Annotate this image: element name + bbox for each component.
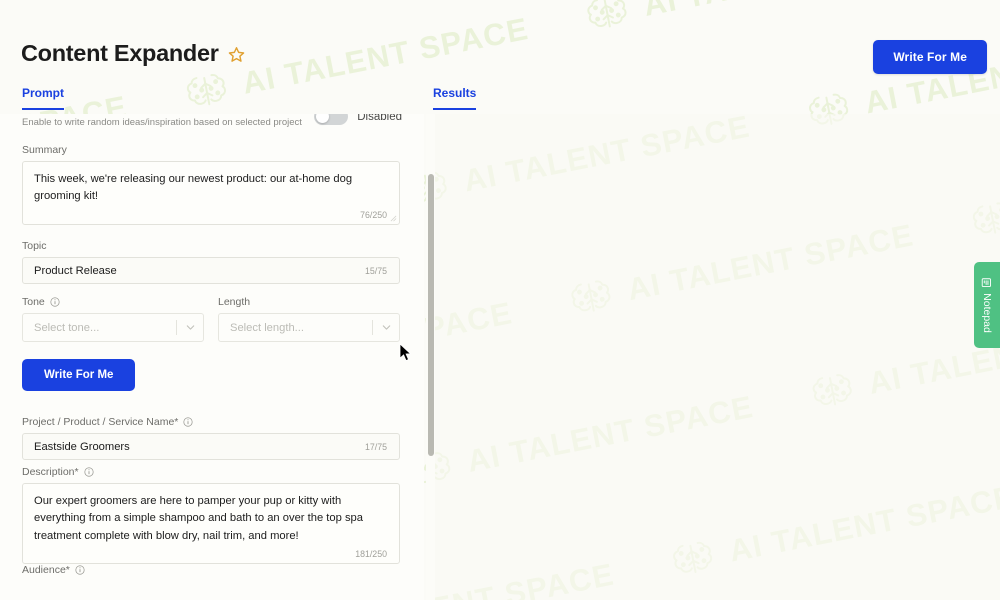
inspiration-toggle-control: Disabled [314,114,402,126]
label-text: Description* [22,466,79,478]
chevron-down-icon[interactable] [177,322,203,333]
info-icon[interactable] [183,417,193,427]
info-icon[interactable] [84,467,94,477]
project-name-input-value: Eastside Groomers [34,440,130,453]
prompt-form-panel: Enable to write random ideas/inspiration… [0,114,424,600]
star-icon[interactable] [228,45,245,63]
inspiration-toggle-row: Enable to write random ideas/inspiration… [22,114,402,129]
length-select-placeholder: Select length... [230,321,305,334]
length-select[interactable]: Select length... [218,313,400,342]
field-audience-label: Audience* [22,564,400,576]
field-summary: Summary This week, we're releasing our n… [22,144,400,225]
tone-select-placeholder: Select tone... [34,321,100,334]
field-length: Length Select length... [218,296,400,342]
field-topic: Topic Product Release 15/75 [22,240,400,284]
topic-input[interactable]: Product Release 15/75 [22,257,400,284]
inspiration-toggle-hint: Enable to write random ideas/inspiration… [22,117,302,128]
field-project-name: Project / Product / Service Name* Eastsi… [22,416,400,460]
field-tone-label: Tone [22,296,204,308]
description-textarea[interactable]: Our expert groomers are here to pamper y… [22,483,400,565]
notepad-tab[interactable]: Notepad [974,262,1000,348]
tone-select[interactable]: Select tone... [22,313,204,342]
app-root: AI TALENT SPACE AI TALENT SPACE AI TALEN… [0,0,1000,600]
field-topic-label: Topic [22,240,400,252]
field-summary-label: Summary [22,144,400,156]
page-title: Content Expander [21,40,219,66]
info-icon[interactable] [75,565,85,575]
note-icon [982,278,992,288]
label-text: Summary [22,144,67,156]
write-for-me-button-form[interactable]: Write For Me [22,359,136,391]
tab-results[interactable]: Results [433,86,477,110]
scrollbar-thumb[interactable] [428,174,434,456]
label-text: Project / Product / Service Name* [22,416,179,428]
topic-char-counter: 15/75 [364,266,387,276]
field-tone: Tone Select tone... [22,296,204,342]
tab-prompt[interactable]: Prompt [22,86,64,110]
prompt-panel-scrollbar[interactable] [426,114,435,600]
label-text: Length [218,296,251,308]
field-audience: Audience* [22,564,400,581]
summary-textarea[interactable]: This week, we're releasing our newest pr… [22,161,400,225]
field-description-label: Description* [22,466,400,478]
resize-grip-icon[interactable] [390,215,397,222]
field-length-label: Length [218,296,400,308]
field-project-name-label: Project / Product / Service Name* [22,416,400,428]
description-textarea-value: Our expert groomers are here to pamper y… [34,495,363,542]
inspiration-toggle-state: Disabled [357,114,402,123]
project-name-input[interactable]: Eastside Groomers 17/75 [22,433,400,460]
info-icon[interactable] [50,297,60,307]
description-char-counter: 181/250 [355,549,387,560]
topic-input-value: Product Release [34,264,117,277]
label-text: Tone [22,296,45,308]
field-description: Description* Our expert groomers are her… [22,466,400,565]
summary-textarea-value: This week, we're releasing our newest pr… [34,173,353,203]
inspiration-toggle-switch[interactable] [314,114,349,126]
label-text: Topic [22,240,47,252]
chevron-down-icon[interactable] [373,322,399,333]
project-name-char-counter: 17/75 [364,442,387,452]
notepad-label: Notepad [981,293,994,333]
title-group: Content Expander [21,40,245,66]
notepad-tab-inner: Notepad [981,277,993,333]
write-for-me-button-header[interactable]: Write For Me [873,40,987,74]
tab-bar: Prompt Results [0,86,1000,114]
page-header: Content Expander Write For Me [0,0,1000,80]
results-panel [432,114,1000,600]
label-text: Audience* [22,564,70,576]
summary-char-counter: 76/250 [360,209,387,220]
